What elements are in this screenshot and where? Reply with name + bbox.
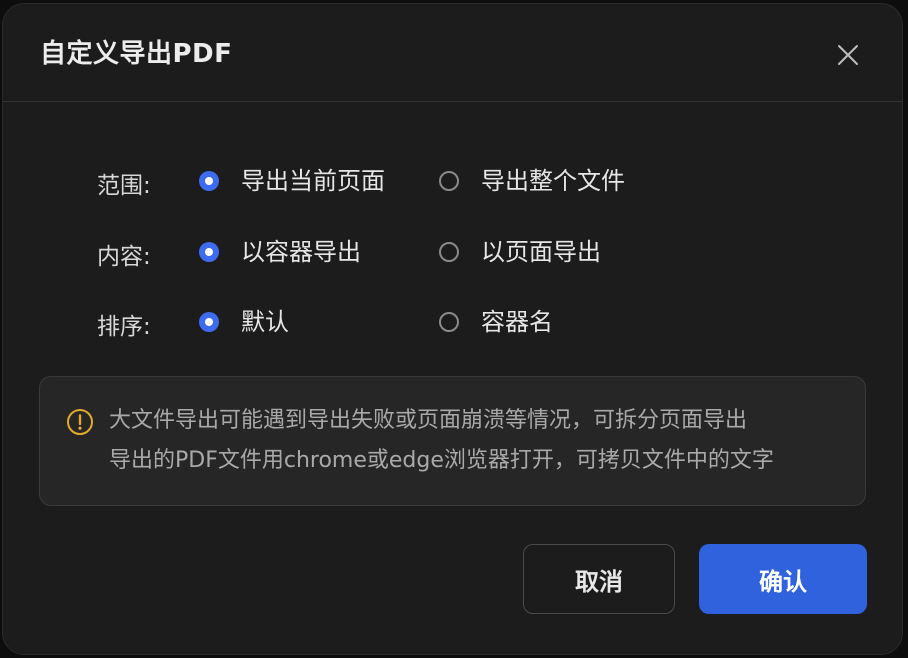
option-label: 以页面导出 xyxy=(481,238,601,266)
radio-checked[interactable] xyxy=(199,242,219,262)
range-label: 范围: xyxy=(97,173,151,199)
close-button[interactable] xyxy=(833,40,863,70)
radio-checked[interactable] xyxy=(199,312,219,332)
option-label: 以容器导出 xyxy=(241,238,361,266)
sort-option-container-name[interactable]: 容器名 xyxy=(439,302,553,342)
range-option-whole-file[interactable]: 导出整个文件 xyxy=(439,161,625,201)
warning-icon xyxy=(67,409,93,435)
warning-notice: 大文件导出可能遇到导出失败或页面崩溃等情况，可拆分页面导出 导出的PDF文件用c… xyxy=(39,376,866,506)
notice-text-line-2: 导出的PDF文件用chrome或edge浏览器打开，可拷贝文件中的文字 xyxy=(109,448,774,473)
notice-text-line-1: 大文件导出可能遇到导出失败或页面崩溃等情况，可拆分页面导出 xyxy=(109,408,748,433)
dialog-title: 自定义导出PDF xyxy=(40,39,233,69)
sort-row: 排序: 默认 容器名 xyxy=(3,302,902,342)
confirm-button[interactable]: 确认 xyxy=(699,544,867,614)
radio-unchecked[interactable] xyxy=(439,242,459,262)
option-label: 容器名 xyxy=(481,308,553,336)
option-label: 导出整个文件 xyxy=(481,167,625,195)
radio-checked[interactable] xyxy=(199,171,219,191)
radio-unchecked[interactable] xyxy=(439,312,459,332)
content-row: 内容: 以容器导出 以页面导出 xyxy=(3,232,902,272)
range-row: 范围: 导出当前页面 导出整个文件 xyxy=(3,161,902,201)
radio-unchecked[interactable] xyxy=(439,171,459,191)
content-option-by-page[interactable]: 以页面导出 xyxy=(439,232,601,272)
dialog-header: 自定义导出PDF xyxy=(3,4,902,102)
cancel-button[interactable]: 取消 xyxy=(523,544,675,614)
content-label: 内容: xyxy=(97,244,151,270)
range-option-current-page[interactable]: 导出当前页面 xyxy=(199,161,385,201)
option-label: 默认 xyxy=(241,308,289,336)
export-pdf-dialog: 自定义导出PDF 范围: 导出当前页面 导出整个文件 内容: 以容器导出 以页面… xyxy=(2,3,903,655)
content-option-by-container[interactable]: 以容器导出 xyxy=(199,232,361,272)
sort-option-default[interactable]: 默认 xyxy=(199,302,289,342)
close-icon xyxy=(838,45,858,65)
sort-label: 排序: xyxy=(97,314,151,340)
option-label: 导出当前页面 xyxy=(241,167,385,195)
